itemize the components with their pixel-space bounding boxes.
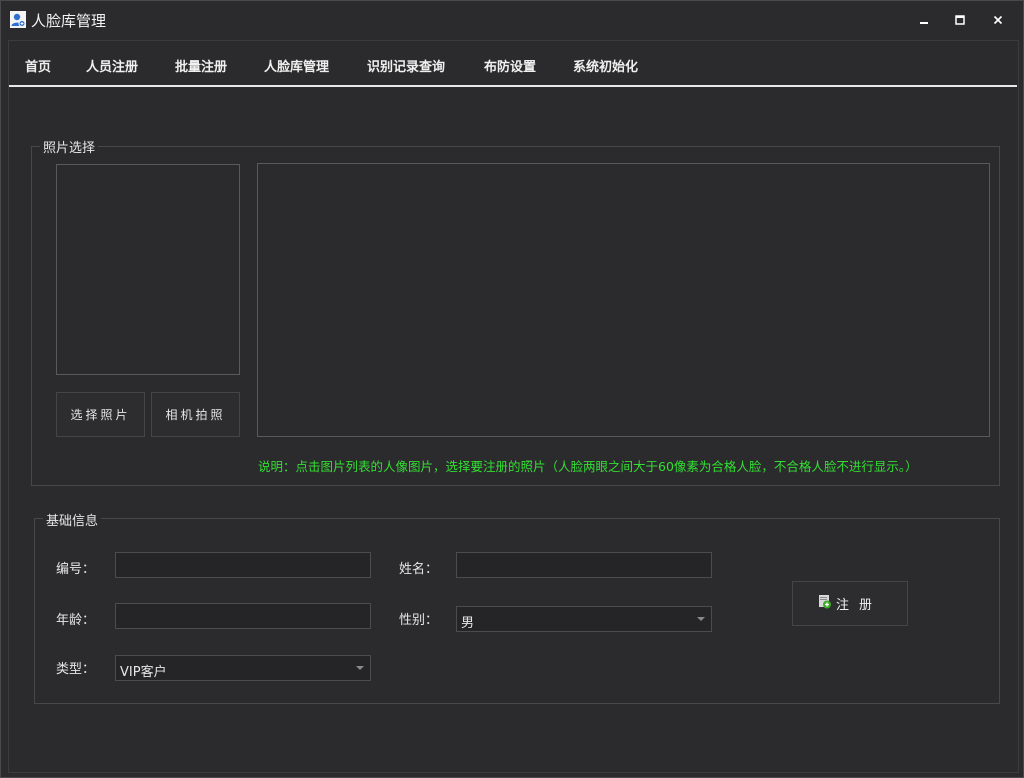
maximize-button[interactable]	[944, 7, 976, 33]
photo-select-legend: 照片选择	[40, 137, 99, 156]
type-value: VIP客户	[120, 665, 167, 680]
close-button[interactable]	[982, 7, 1014, 33]
name-input[interactable]	[456, 552, 712, 578]
age-input[interactable]	[115, 603, 371, 629]
tab-person-register[interactable]: 人员注册	[86, 56, 138, 75]
camera-capture-label: 相机拍照	[165, 408, 226, 422]
active-tab-underline	[9, 85, 1017, 87]
tab-defense-settings[interactable]: 布防设置	[484, 56, 536, 75]
type-select[interactable]: VIP客户	[115, 655, 371, 681]
close-icon	[993, 15, 1003, 25]
gender-value: 男	[461, 616, 475, 631]
id-label: 编号：	[56, 562, 96, 577]
tab-batch-register[interactable]: 批量注册	[175, 56, 227, 75]
tab-face-library[interactable]: 人脸库管理	[264, 56, 329, 75]
gender-label: 性别：	[399, 613, 439, 628]
window-title: 人脸库管理	[31, 12, 107, 30]
type-label: 类型：	[56, 662, 96, 677]
tab-system-init[interactable]: 系统初始化	[573, 56, 638, 75]
name-label: 姓名：	[399, 562, 439, 577]
user-face-icon	[10, 11, 26, 28]
photo-preview	[56, 164, 240, 375]
minimize-button[interactable]	[908, 7, 940, 33]
register-label: 注册	[835, 598, 882, 613]
gender-select[interactable]: 男	[456, 606, 712, 632]
add-user-icon	[818, 594, 832, 613]
select-photo-button[interactable]: 选择照片	[56, 392, 145, 437]
tab-home[interactable]: 首页	[25, 56, 51, 75]
photo-list[interactable]	[257, 163, 990, 437]
chevron-down-icon	[697, 617, 705, 621]
camera-capture-button[interactable]: 相机拍照	[151, 392, 240, 437]
select-photo-label: 选择照片	[70, 408, 131, 422]
id-input[interactable]	[115, 552, 371, 578]
tab-recognition-records[interactable]: 识别记录查询	[367, 56, 445, 75]
register-button[interactable]: 注册	[792, 581, 908, 626]
photo-instructions: 说明：点击图片列表的人像图片，选择要注册的照片（人脸两眼之间大于60像素为合格人…	[258, 459, 918, 474]
minimize-icon	[919, 15, 929, 25]
basic-info-legend: 基础信息	[43, 510, 102, 529]
chevron-down-icon	[356, 666, 364, 670]
maximize-icon	[955, 15, 965, 25]
tab-bar: 首页 人员注册 批量注册 人脸库管理 识别记录查询 布防设置 系统初始化	[9, 45, 1017, 83]
title-bar[interactable]: 人脸库管理	[1, 1, 1023, 39]
app-window: 人脸库管理 首页 人员注册 批量注册 人脸库管理 识别记录查询 布防设置 系统初…	[0, 0, 1024, 778]
age-label: 年龄：	[56, 613, 96, 628]
